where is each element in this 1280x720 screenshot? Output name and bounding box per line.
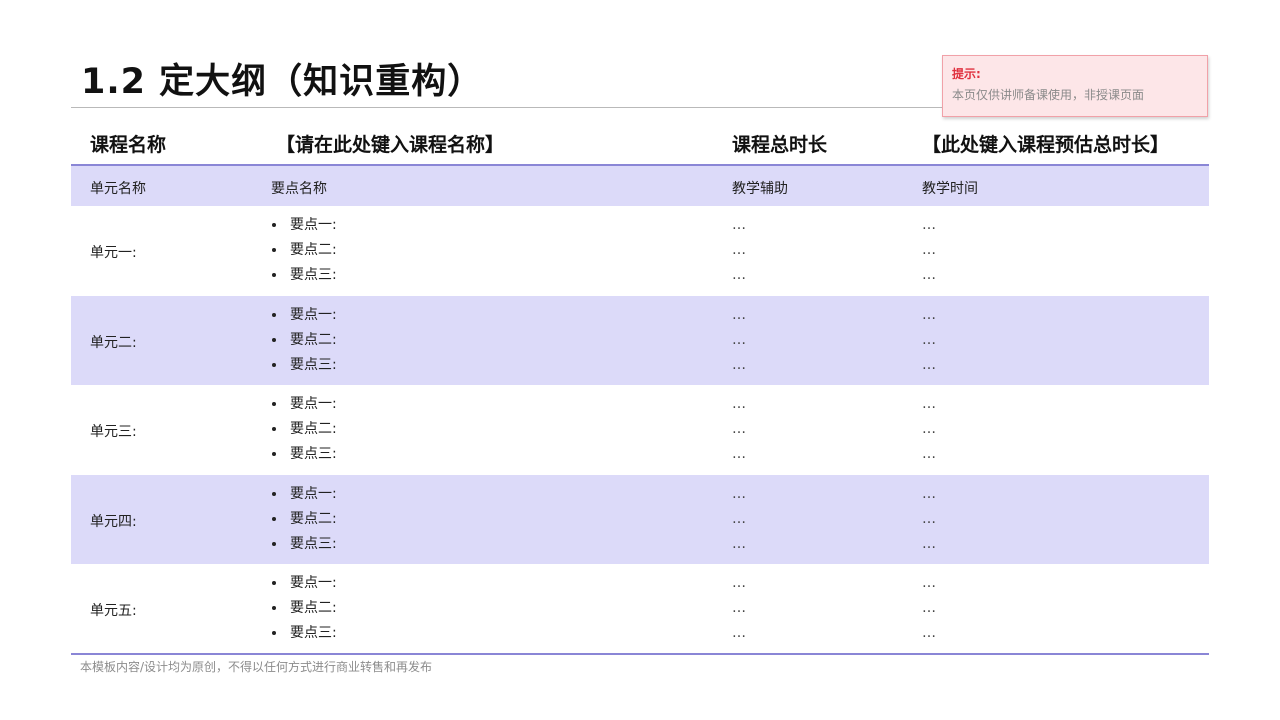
page-title: 1.2 定大纲（知识重构）: [81, 62, 484, 102]
time-cell[interactable]: …: [922, 419, 936, 444]
time-cell[interactable]: …: [922, 444, 936, 469]
points-list: 要点一: 要点二: 要点三:: [271, 215, 337, 290]
tip-title: 提示:: [952, 67, 981, 81]
time-cell-list: ………: [922, 484, 936, 559]
point-item[interactable]: 要点三:: [271, 444, 337, 469]
unit-name[interactable]: 单元四:: [90, 511, 137, 531]
aid-cell[interactable]: …: [732, 534, 746, 559]
aid-cell[interactable]: …: [732, 305, 746, 330]
aid-cell[interactable]: …: [732, 265, 746, 290]
point-item[interactable]: 要点一:: [271, 484, 337, 509]
point-item[interactable]: 要点一:: [271, 394, 337, 419]
aid-cell[interactable]: …: [732, 330, 746, 355]
table-column-header: 单元名称 要点名称 教学辅助 教学时间: [71, 166, 1209, 206]
table-row: 单元三: 要点一: 要点二: 要点三:………………: [71, 385, 1209, 475]
aid-cell-list: ………: [732, 215, 746, 290]
time-cell[interactable]: …: [922, 484, 936, 509]
aid-cell[interactable]: …: [732, 623, 746, 648]
point-item[interactable]: 要点三:: [271, 265, 337, 290]
course-name-value[interactable]: 【请在此处键入课程名称】: [276, 130, 504, 157]
table-bottom-divider: [71, 653, 1209, 655]
column-header-points: 要点名称: [271, 181, 327, 197]
unit-name[interactable]: 单元三:: [90, 421, 137, 441]
aid-cell[interactable]: …: [732, 215, 746, 240]
aid-cell[interactable]: …: [732, 240, 746, 265]
point-item[interactable]: 要点一:: [271, 215, 337, 240]
point-item[interactable]: 要点二:: [271, 330, 337, 355]
time-cell[interactable]: …: [922, 305, 936, 330]
aid-cell[interactable]: …: [732, 573, 746, 598]
column-header-aids: 教学辅助: [732, 181, 788, 197]
points-list: 要点一: 要点二: 要点三:: [271, 484, 337, 559]
point-item[interactable]: 要点三:: [271, 623, 337, 648]
aid-cell-list: ………: [732, 394, 746, 469]
point-item[interactable]: 要点二:: [271, 509, 337, 534]
table-row: 单元二: 要点一: 要点二: 要点三:………………: [71, 295, 1209, 386]
points-list: 要点一: 要点二: 要点三:: [271, 394, 337, 469]
aid-cell-list: ………: [732, 305, 746, 380]
time-cell-list: ………: [922, 305, 936, 380]
table-row: 单元四: 要点一: 要点二: 要点三:………………: [71, 474, 1209, 565]
aid-cell[interactable]: …: [732, 355, 746, 380]
aid-cell[interactable]: …: [732, 509, 746, 534]
point-item[interactable]: 要点二:: [271, 419, 337, 444]
time-cell[interactable]: …: [922, 598, 936, 623]
aid-cell[interactable]: …: [732, 598, 746, 623]
time-cell[interactable]: …: [922, 240, 936, 265]
course-duration-label: 课程总时长: [732, 134, 828, 156]
unit-name[interactable]: 单元二:: [90, 332, 137, 352]
time-cell[interactable]: …: [922, 623, 936, 648]
point-item[interactable]: 要点二:: [271, 240, 337, 265]
course-header-row: 课程名称 【请在此处键入课程名称】 课程总时长 【此处键入课程预估总时长】: [71, 124, 1209, 164]
unit-name[interactable]: 单元五:: [90, 600, 137, 620]
tip-box: 提示: 本页仅供讲师备课使用，非授课页面: [942, 55, 1208, 117]
footer-note: 本模板内容/设计均为原创，不得以任何方式进行商业转售和再发布: [80, 660, 433, 674]
points-list: 要点一: 要点二: 要点三:: [271, 305, 337, 380]
column-header-time: 教学时间: [922, 181, 978, 197]
aid-cell[interactable]: …: [732, 484, 746, 509]
points-list: 要点一: 要点二: 要点三:: [271, 573, 337, 648]
table-row: 单元五: 要点一: 要点二: 要点三:………………: [71, 564, 1209, 654]
time-cell[interactable]: …: [922, 394, 936, 419]
course-name-label: 课程名称: [90, 134, 167, 156]
time-cell[interactable]: …: [922, 534, 936, 559]
time-cell[interactable]: …: [922, 573, 936, 598]
aid-cell[interactable]: …: [732, 444, 746, 469]
course-duration-value[interactable]: 【此处键入课程预估总时长】: [922, 130, 1169, 157]
time-cell[interactable]: …: [922, 330, 936, 355]
point-item[interactable]: 要点三:: [271, 355, 337, 380]
time-cell[interactable]: …: [922, 265, 936, 290]
point-item[interactable]: 要点一:: [271, 305, 337, 330]
point-item[interactable]: 要点一:: [271, 573, 337, 598]
aid-cell-list: ………: [732, 573, 746, 648]
title-divider: [71, 107, 943, 108]
point-item[interactable]: 要点三:: [271, 534, 337, 559]
unit-name[interactable]: 单元一:: [90, 242, 137, 262]
time-cell-list: ………: [922, 573, 936, 648]
time-cell[interactable]: …: [922, 509, 936, 534]
time-cell-list: ………: [922, 215, 936, 290]
time-cell-list: ………: [922, 394, 936, 469]
outline-table: 单元名称 要点名称 教学辅助 教学时间 单元一: 要点一: 要点二: 要点三:……………: [71, 166, 1209, 654]
aid-cell[interactable]: …: [732, 419, 746, 444]
aid-cell[interactable]: …: [732, 394, 746, 419]
column-header-unit: 单元名称: [90, 181, 146, 197]
aid-cell-list: ………: [732, 484, 746, 559]
table-row: 单元一: 要点一: 要点二: 要点三:………………: [71, 206, 1209, 296]
time-cell[interactable]: …: [922, 355, 936, 380]
tip-text: 本页仅供讲师备课使用，非授课页面: [952, 88, 1145, 102]
time-cell[interactable]: …: [922, 215, 936, 240]
point-item[interactable]: 要点二:: [271, 598, 337, 623]
